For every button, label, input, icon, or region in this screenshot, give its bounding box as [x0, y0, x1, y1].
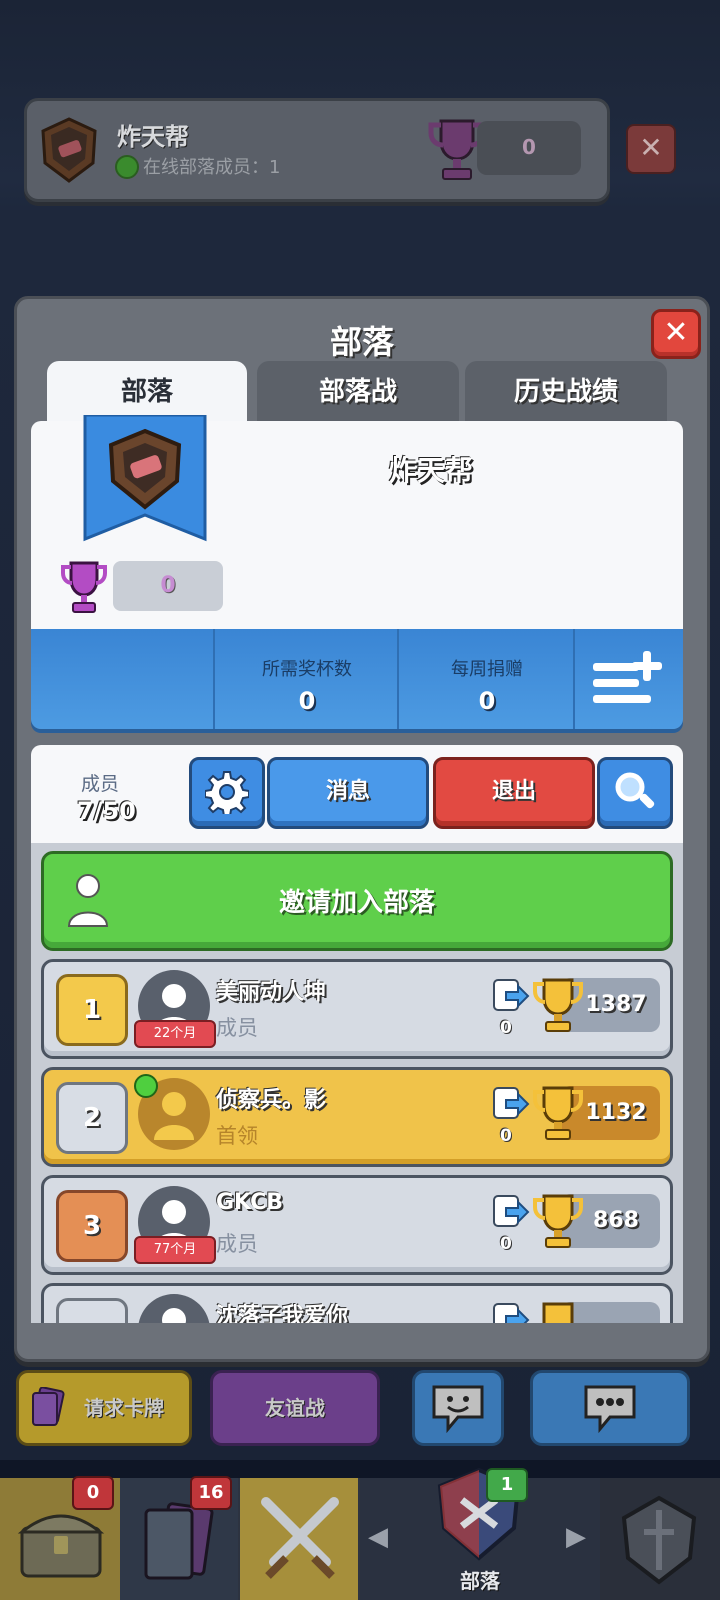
member-role: 首领 — [216, 1124, 258, 1148]
member-row[interactable]: 2 侦察兵。影 首领 0 1132 — [41, 1067, 673, 1167]
clan-summary-bar[interactable]: 炸天帮 在线部落成员：1 0 — [24, 98, 610, 202]
online-members-text: 在线部落成员：1 — [143, 157, 281, 178]
membership-months-badge: 22个月 — [134, 1020, 216, 1048]
clan-trophy-count: 0 — [160, 573, 176, 598]
donation-card-icon — [493, 979, 530, 1011]
trophy-count: 1387 — [585, 992, 647, 1017]
member-name: 侦察兵。影 — [216, 1088, 327, 1113]
rank-badge: 4 — [56, 1298, 128, 1323]
donation-card-icon — [493, 1195, 530, 1227]
nav-events[interactable] — [600, 1478, 720, 1600]
rank-badge: 3 — [56, 1190, 128, 1262]
stat-label: 每周捐赠 — [451, 659, 523, 680]
member-name: GKCB — [216, 1190, 284, 1215]
donation-count: 0 — [500, 1018, 512, 1038]
events-emblem-icon — [621, 1495, 697, 1585]
member-row[interactable]: 3 77个月 GKCB 成员 0 868 — [41, 1175, 673, 1275]
invite-label: 邀请加入部落 — [278, 888, 435, 918]
tab-clan[interactable]: 部落 — [47, 361, 247, 421]
chevron-left-icon: ◀ — [368, 1522, 388, 1552]
members-label: 成员 — [81, 773, 120, 795]
chat-bubble-icon — [584, 1385, 636, 1434]
shop-badge: 0 — [72, 1476, 114, 1510]
clan-name-title: 炸天帮 — [388, 454, 473, 487]
clan-name: 炸天帮 — [117, 123, 189, 151]
stat-value: 0 — [478, 687, 496, 715]
emote-button[interactable] — [412, 1370, 504, 1446]
member-name: 沈落子我爱你 — [216, 1304, 349, 1323]
cards-icon — [32, 1387, 65, 1426]
member-role: 成员 — [216, 1016, 258, 1040]
gold-trophy-icon — [542, 1302, 574, 1323]
member-role: 成员 — [216, 1232, 258, 1256]
nav-battle[interactable] — [240, 1478, 358, 1600]
trophy-count: 1132 — [585, 1100, 647, 1125]
members-header: 成员 7/50 消息 退出 — [31, 745, 683, 843]
request-cards-label: 请求卡牌 — [84, 1396, 164, 1420]
search-icon — [615, 772, 655, 809]
list-add-icon[interactable] — [589, 649, 669, 709]
cards-badge: 16 — [190, 1476, 232, 1510]
message-button[interactable]: 消息 — [267, 757, 429, 829]
nav-clan[interactable]: ◀ 1 部落 ▶ — [360, 1467, 600, 1600]
gear-icon — [204, 771, 250, 817]
smiley-chat-icon — [432, 1385, 484, 1434]
trophy-count: 0 — [522, 135, 536, 159]
tab-history[interactable]: 历史战绩 — [465, 361, 667, 421]
crossed-swords-icon — [261, 1497, 339, 1579]
members-count: 7/50 — [77, 797, 136, 825]
invite-button[interactable]: 邀请加入部落 — [41, 851, 673, 951]
trophy-count: 868 — [593, 1208, 639, 1233]
clan-badge: 1 — [486, 1468, 528, 1502]
avatar — [138, 1294, 210, 1323]
close-button[interactable]: ✕ — [651, 309, 701, 359]
nav-shop[interactable]: 0 — [0, 1476, 120, 1600]
online-indicator-icon — [115, 155, 139, 179]
membership-months-badge: 77个月 — [134, 1236, 216, 1264]
member-row[interactable]: 4 沈落子我爱你 — [41, 1283, 673, 1323]
stat-required-trophies: 所需奖杯数 0 — [213, 629, 399, 729]
nav-clan-label: 部落 — [460, 1569, 500, 1593]
clan-info-menu[interactable] — [573, 629, 685, 729]
clan-banner-icon — [83, 415, 207, 542]
tab-clan-war[interactable]: 部落战 — [257, 361, 459, 421]
cards-icon — [144, 1502, 214, 1580]
online-indicator-icon — [134, 1074, 158, 1098]
clan-stats-bar: 所需奖杯数 0 每周捐赠 0 — [31, 629, 683, 729]
member-name: 美丽动人坤 — [216, 980, 327, 1005]
bottom-nav: 0 16 ◀ 1 部落 ▶ — [0, 1467, 720, 1600]
friendly-battle-button[interactable]: 友谊战 — [210, 1370, 380, 1446]
nav-cards[interactable]: 16 — [120, 1476, 238, 1600]
top-close-button[interactable]: ✕ — [626, 124, 676, 174]
donation-card-icon — [493, 1087, 530, 1119]
clan-info-card: 炸天帮 0 — [31, 415, 683, 629]
stat-value: 0 — [298, 687, 316, 715]
donation-count: 0 — [500, 1126, 512, 1146]
person-icon — [162, 1308, 186, 1323]
rank-badge: 2 — [56, 1082, 128, 1154]
trophy-icon — [61, 561, 107, 613]
request-cards-button[interactable]: 请求卡牌 — [16, 1370, 192, 1446]
chest-icon — [17, 1514, 105, 1578]
stat-label: 所需奖杯数 — [262, 659, 352, 680]
clan-trophy-box: 0 — [113, 561, 223, 611]
panel-title: 部落 — [329, 323, 394, 361]
member-row[interactable]: 1 22个月 美丽动人坤 成员 0 1387 — [41, 959, 673, 1059]
chat-button[interactable] — [530, 1370, 690, 1446]
exit-button[interactable]: 退出 — [433, 757, 595, 829]
clan-badge-icon — [41, 117, 97, 183]
trophy-count-box: 0 — [477, 121, 581, 175]
settings-button[interactable] — [189, 757, 265, 829]
rank-badge: 1 — [56, 974, 128, 1046]
member-list[interactable]: 邀请加入部落 1 22个月 美丽动人坤 成员 0 1387 2 侦察兵。影 首领… — [31, 843, 683, 1323]
chevron-right-icon: ▶ — [566, 1522, 586, 1552]
stat-weekly-donations: 每周捐赠 0 — [397, 629, 575, 729]
clan-panel: 部落 ✕ 部落 部落战 历史战绩 炸天帮 0 所需奖杯数 0 每周捐赠 0 成员… — [14, 296, 710, 1362]
donation-count: 0 — [500, 1234, 512, 1254]
search-button[interactable] — [597, 757, 673, 829]
donation-card-icon — [493, 1303, 530, 1323]
